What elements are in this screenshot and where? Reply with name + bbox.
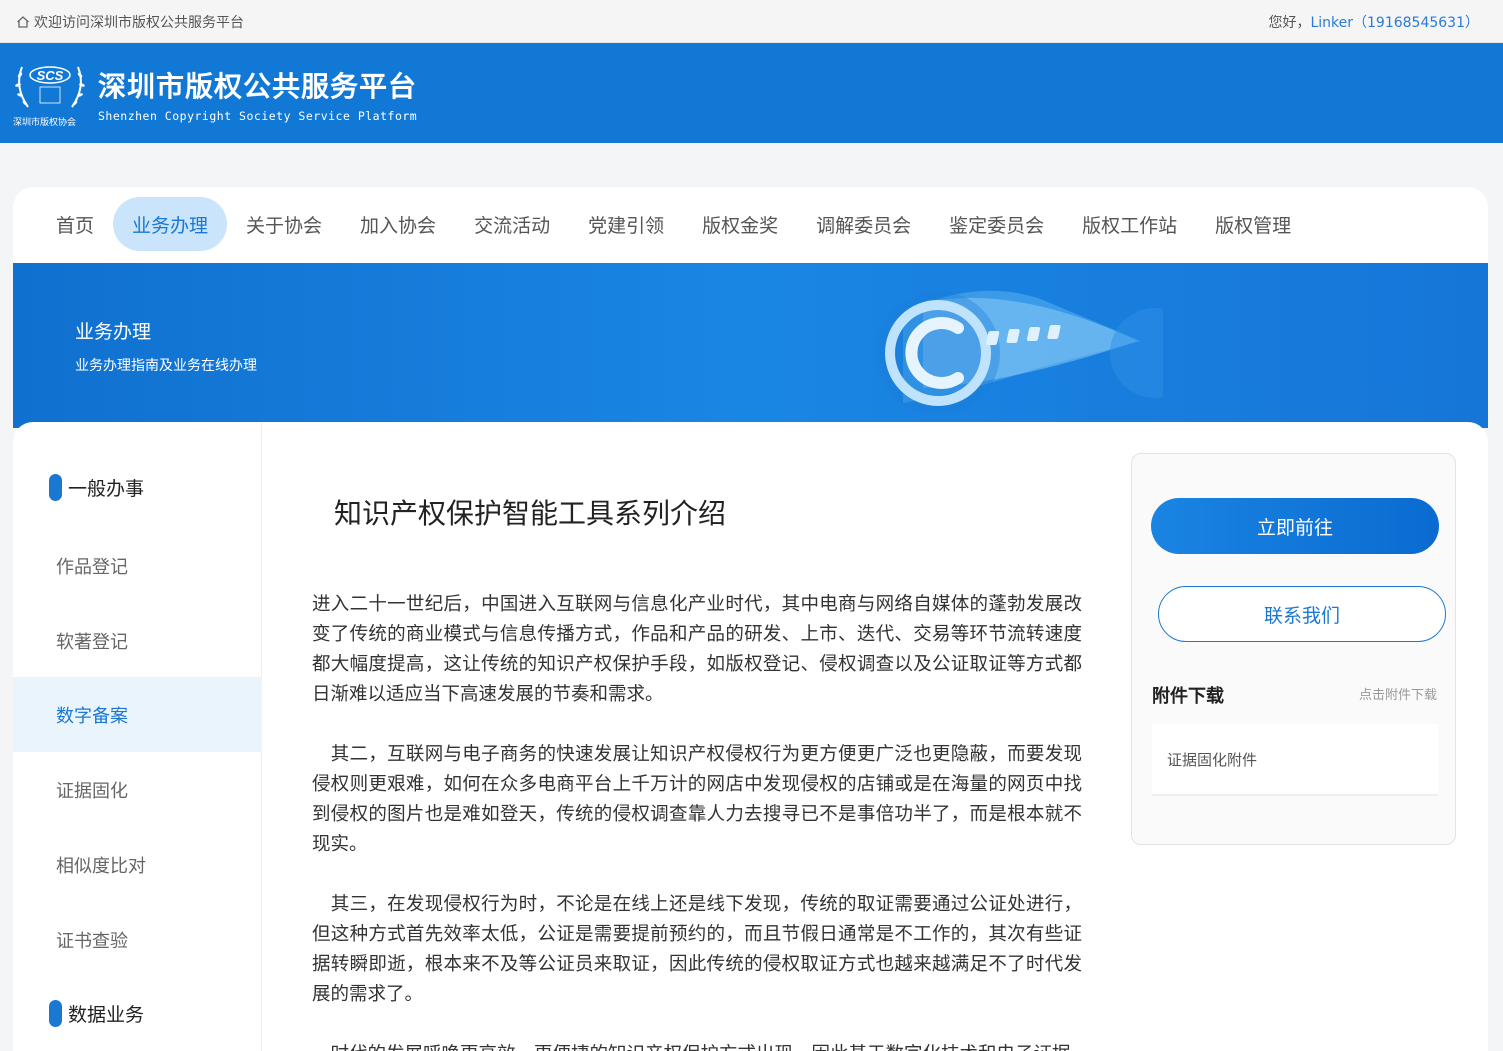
user-link[interactable]: Linker（19168545631） [1310, 15, 1479, 31]
banner-title: 业务办理 [75, 321, 152, 343]
logo-subtitle: 深圳市版权协会 [13, 118, 77, 128]
action-box: 立即前往 联系我们 附件下载 点击附件下载 证据固化附件 [1131, 453, 1456, 845]
welcome-label: 欢迎访问深圳市版权公共服务平台 [34, 15, 244, 31]
greeting-label: 您好， [1268, 15, 1311, 31]
article-title: 知识产权保护智能工具系列介绍 [334, 497, 727, 530]
nav-item-party[interactable]: 党建引领 [569, 197, 683, 251]
home-icon [17, 16, 29, 28]
nav-item-workstation[interactable]: 版权工作站 [1063, 197, 1196, 251]
nav-item-events[interactable]: 交流活动 [455, 197, 569, 251]
attachment-item[interactable]: 证据固化附件 [1152, 724, 1438, 796]
user-greeting: 您好，Linker（19168545631） [1268, 12, 1479, 32]
logo-abbr: SCS [37, 68, 64, 83]
nav-item-join[interactable]: 加入协会 [341, 197, 455, 251]
laurel-logo-icon: SCS [15, 66, 85, 108]
sidebar-item-similarity[interactable]: 相似度比对 [13, 827, 262, 902]
article-paragraph: 其三，在发现侵权行为时，不论是在线上还是线下发现，传统的取证需要通过公证处进行，… [312, 894, 1082, 1005]
nav-item-home[interactable]: 首页 [37, 197, 113, 251]
site-header: SCS 深圳市版权协会 深圳市版权公共服务平台 Shenzhen Copyrig… [0, 43, 1503, 143]
nav-item-business[interactable]: 业务办理 [113, 197, 228, 251]
banner-subtitle: 业务办理指南及业务在线办理 [75, 358, 257, 374]
nav-item-appraisal[interactable]: 鉴定委员会 [930, 197, 1063, 251]
group-marker [49, 474, 62, 501]
sidebar-group-data: 数据业务 [49, 1000, 144, 1027]
page-banner: 业务办理 业务办理指南及业务在线办理 [13, 263, 1488, 428]
sidebar-item-evidence[interactable]: 证据固化 [13, 752, 262, 827]
top-bar: 欢迎访问深圳市版权公共服务平台 您好，Linker（19168545631） [0, 0, 1503, 43]
contact-us-button[interactable]: 联系我们 [1158, 586, 1446, 642]
copyright-rocket-icon [876, 290, 1163, 413]
sidebar-item-software-registration[interactable]: 软著登记 [13, 603, 262, 678]
sidebar-group-label: 数据业务 [68, 1004, 145, 1026]
nav-item-award[interactable]: 版权金奖 [683, 197, 797, 251]
site-logo[interactable]: SCS 深圳市版权协会 [12, 57, 88, 129]
sidebar-group-label: 一般办事 [68, 478, 145, 500]
sidebar: 一般办事 作品登记 软著登记 数字备案 证据固化 相似度比对 证书查验 数据业务 [13, 422, 262, 1051]
sidebar-group-general: 一般办事 [49, 474, 144, 501]
main-nav: 首页 业务办理 关于协会 加入协会 交流活动 党建引领 版权金奖 调解委员会 鉴… [37, 197, 1310, 251]
article-paragraph: 其二，互联网与电子商务的快速发展让知识产权侵权行为更方便更广泛也更隐蔽，而要发现… [312, 744, 1082, 855]
site-title: 深圳市版权公共服务平台 Shenzhen Copyright Society S… [98, 65, 417, 123]
article-paragraph: 进入二十一世纪后，中国进入互联网与信息化产业时代，其中电商与网络自媒体的蓬勃发展… [312, 594, 1082, 705]
site-title-cn: 深圳市版权公共服务平台 [98, 70, 418, 103]
nav-item-mediation[interactable]: 调解委员会 [797, 197, 930, 251]
main-nav-card: 首页 业务办理 关于协会 加入协会 交流活动 党建引领 版权金奖 调解委员会 鉴… [13, 187, 1488, 263]
attachments-title: 附件下载 [1152, 686, 1224, 707]
sidebar-item-certificate[interactable]: 证书查验 [13, 902, 262, 977]
sidebar-item-digital-filing[interactable]: 数字备案 [13, 677, 262, 752]
article-paragraph: 时代的发展呼唤更高效、更便捷的知识产权保护方式出现，因此基于数字化技术和电子证据 [312, 1040, 1082, 1051]
group-marker [49, 1000, 62, 1027]
content-panel: 一般办事 作品登记 软著登记 数字备案 证据固化 相似度比对 证书查验 数据业务… [13, 422, 1488, 1051]
welcome-text: 欢迎访问深圳市版权公共服务平台 [16, 12, 244, 32]
site-title-en: Shenzhen Copyright Society Service Platf… [98, 109, 418, 123]
attachments-hint: 点击附件下载 [1358, 688, 1437, 703]
nav-item-management[interactable]: 版权管理 [1196, 197, 1310, 251]
nav-item-about[interactable]: 关于协会 [227, 197, 341, 251]
sidebar-item-work-registration[interactable]: 作品登记 [13, 528, 262, 603]
go-now-button[interactable]: 立即前往 [1151, 498, 1439, 554]
